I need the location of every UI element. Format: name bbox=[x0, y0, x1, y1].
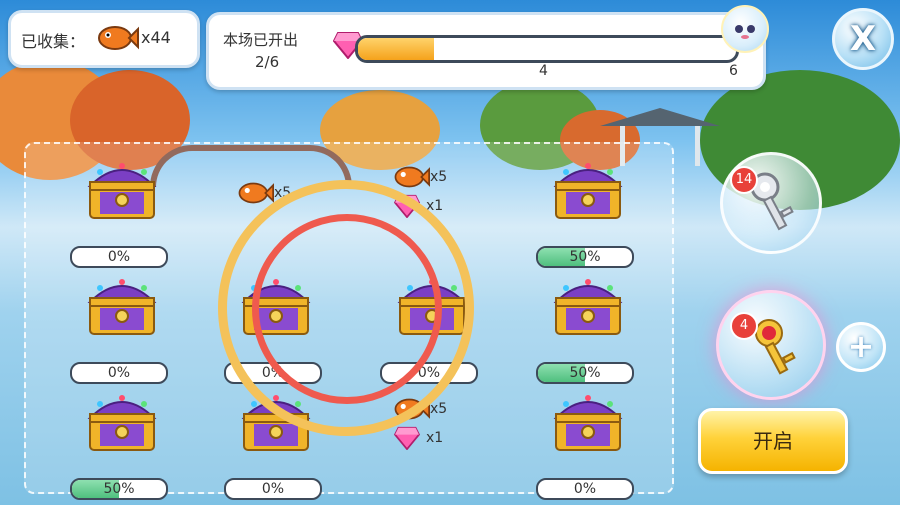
reward-gem: x1 bbox=[393, 426, 443, 451]
chest-progress-bar: 0% bbox=[70, 246, 168, 268]
chest-progress-text: 0% bbox=[107, 365, 131, 381]
chest-cell[interactable]: 0% bbox=[70, 160, 170, 268]
chest-cell[interactable]: 50% bbox=[536, 160, 636, 268]
open-button[interactable]: 开启 bbox=[698, 408, 848, 474]
gem-icon bbox=[393, 426, 421, 451]
progress-title: 本场已开出 bbox=[223, 31, 299, 49]
mascot-icon bbox=[721, 5, 769, 53]
collected-count: x44 bbox=[141, 28, 171, 47]
reward-fish: x5 bbox=[392, 164, 447, 190]
chest-progress-bar: 50% bbox=[536, 362, 634, 384]
chest-progress-text: 0% bbox=[573, 481, 597, 497]
chest-progress-text: 50% bbox=[569, 365, 601, 381]
treasure-chest-icon bbox=[86, 276, 158, 338]
red-key-count-badge: 4 bbox=[730, 312, 758, 340]
close-button[interactable]: X bbox=[832, 8, 894, 70]
treasure-chest-icon bbox=[86, 160, 158, 222]
selection-ring-inner bbox=[252, 214, 442, 404]
treasure-chest-icon bbox=[552, 276, 624, 338]
red-key-bubble[interactable] bbox=[716, 290, 826, 400]
chest-progress-bar: 50% bbox=[536, 246, 634, 268]
goldfish-icon bbox=[238, 182, 274, 204]
progress-bar bbox=[355, 35, 739, 63]
chest-progress-text: 0% bbox=[107, 249, 131, 265]
progress-tick-mid: 4 bbox=[539, 63, 548, 79]
silver-key-count-badge: 14 bbox=[730, 166, 758, 194]
add-key-button[interactable]: + bbox=[836, 322, 886, 372]
chest-cell[interactable]: 50% bbox=[536, 276, 636, 384]
chest-progress-bar: 0% bbox=[224, 478, 322, 500]
chest-progress-bar: 50% bbox=[70, 478, 168, 500]
progress-tick-end: 6 bbox=[729, 63, 738, 79]
chest-progress-text: 50% bbox=[569, 249, 601, 265]
treasure-chest-icon bbox=[552, 160, 624, 222]
progress-value: 2/6 bbox=[255, 53, 280, 71]
chest-cell[interactable]: 50% bbox=[70, 392, 170, 500]
silver-key-bubble[interactable] bbox=[720, 152, 822, 254]
goldfish-icon bbox=[394, 166, 430, 188]
chest-cell[interactable]: 0% bbox=[536, 392, 636, 500]
collected-counter: 已收集： x44 bbox=[8, 10, 200, 68]
chest-progress-text: 0% bbox=[261, 481, 285, 497]
round-progress-panel: 本场已开出 2/6 4 6 bbox=[206, 5, 769, 90]
treasure-chest-icon bbox=[86, 392, 158, 454]
chest-progress-text: 50% bbox=[103, 481, 135, 497]
chest-progress-bar: 0% bbox=[536, 478, 634, 500]
chest-cell[interactable]: 0% bbox=[70, 276, 170, 384]
collected-label: 已收集： bbox=[21, 32, 86, 51]
progress-bar-fill bbox=[358, 38, 434, 60]
goldfish-icon bbox=[98, 26, 139, 50]
treasure-chest-icon bbox=[552, 392, 624, 454]
chest-progress-bar: 0% bbox=[70, 362, 168, 384]
